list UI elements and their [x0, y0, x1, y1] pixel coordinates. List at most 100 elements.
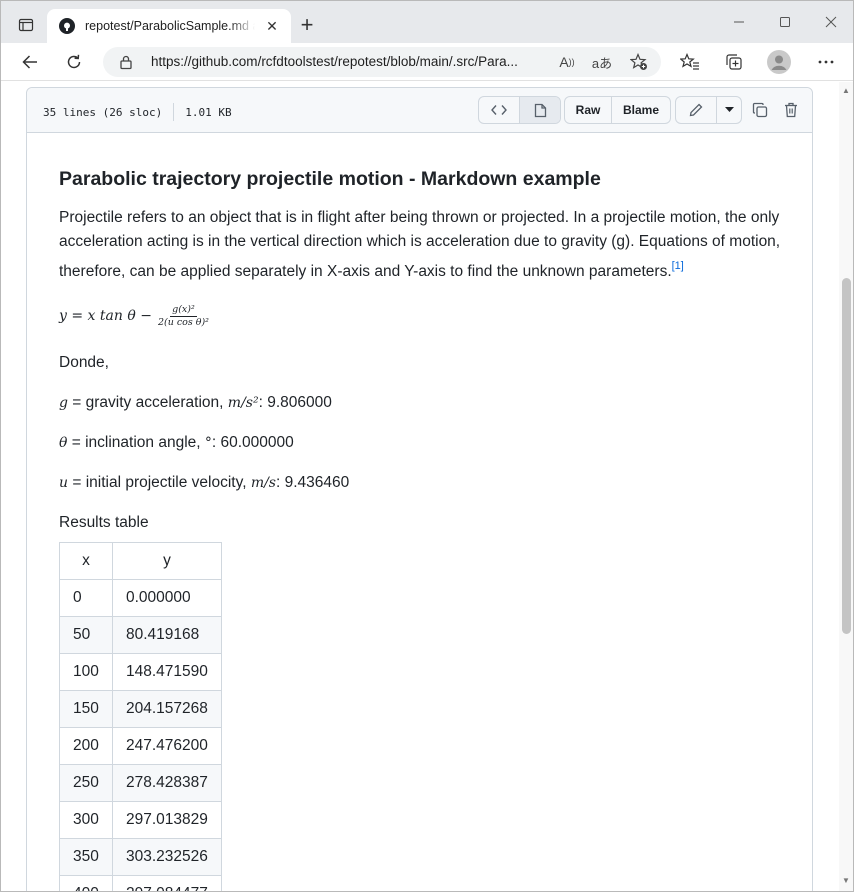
velocity-line: u = initial projectile velocity, m/s: 9.…: [59, 472, 783, 494]
tab-strip: repotest/ParabolicSample.md at main ✕ +: [1, 1, 853, 43]
page-content: 35 lines (26 sloc) 1.01 KB Raw Blame Par…: [1, 82, 839, 891]
delete-button[interactable]: [778, 98, 804, 122]
close-icon: [825, 16, 837, 28]
cell-y: 148.471590: [112, 653, 222, 691]
url-text: https://github.com/rcfdtoolstest/repotes…: [151, 54, 551, 69]
minimize-button[interactable]: [719, 9, 759, 35]
lock-icon: [119, 54, 133, 75]
intro-paragraph: Projectile refers to an object that is i…: [59, 206, 783, 284]
file-header: 35 lines (26 sloc) 1.01 KB Raw Blame: [27, 88, 812, 133]
line-count: 35 lines (26 sloc): [43, 105, 163, 119]
scroll-up-icon[interactable]: ▲: [842, 86, 850, 95]
formula-fraction: g(x)² 2(u cos θ)²: [158, 304, 209, 329]
avatar-icon: [767, 50, 791, 74]
copy-button[interactable]: [747, 98, 773, 122]
trash-icon: [785, 102, 797, 118]
scrollbar-thumb[interactable]: [842, 278, 851, 634]
github-icon: [59, 18, 75, 34]
address-bar[interactable]: https://github.com/rcfdtoolstest/repotes…: [103, 47, 661, 77]
cell-x: 150: [59, 690, 113, 728]
new-tab-button[interactable]: +: [295, 12, 319, 37]
cell-x: 300: [59, 801, 113, 839]
more-options-icon: [818, 60, 834, 64]
browser-tab[interactable]: repotest/ParabolicSample.md at main ✕: [47, 9, 291, 43]
table-row: 300 297.013829: [59, 801, 222, 839]
results-table: x y 0 0.000000 50 80.419168 100 148.471590 …: [59, 542, 222, 891]
cell-x: 200: [59, 727, 113, 765]
angle-value: : 60.000000: [211, 434, 294, 451]
favorites-button[interactable]: [675, 48, 705, 76]
edit-dropdown-button[interactable]: [716, 97, 741, 123]
collections-button[interactable]: [719, 48, 749, 76]
copy-icon: [752, 102, 768, 118]
velocity-label: = initial projectile velocity,: [68, 474, 251, 491]
browser-toolbar: https://github.com/rcfdtoolstest/repotes…: [1, 43, 853, 81]
cell-y: 204.157268: [112, 690, 222, 728]
read-aloud-icon[interactable]: A)): [555, 51, 579, 73]
close-window-button[interactable]: [811, 9, 851, 35]
table-row: 50 80.419168: [59, 616, 222, 654]
chevron-down-icon: [724, 107, 734, 112]
gravity-label: = gravity acceleration,: [67, 394, 228, 411]
raw-button[interactable]: Raw: [565, 97, 611, 123]
table-row: 400297.084477: [59, 875, 222, 891]
table-row: 250 278.428387: [59, 764, 222, 802]
g-symbol: g: [59, 395, 68, 411]
url-path: /rcfdtoolstest/repotest/blob/main/.src/P…: [257, 54, 518, 69]
pencil-icon: [689, 103, 703, 117]
cell-y: 297.013829: [112, 801, 222, 839]
formula-numerator: g(x)²: [170, 303, 197, 317]
back-arrow-icon: [22, 55, 37, 69]
cell-y: 303.232526: [112, 838, 222, 876]
back-button[interactable]: [15, 48, 45, 76]
cell-y: 278.428387: [112, 764, 222, 802]
table-row: 100 148.471590: [59, 653, 222, 691]
file-icon: [534, 103, 546, 117]
cell-y: 247.476200: [112, 727, 222, 765]
table-row: 200 247.476200: [59, 727, 222, 765]
maximize-icon: [780, 17, 790, 27]
table-header-row: x y: [59, 542, 222, 580]
divider: [173, 103, 175, 121]
tab-actions-button[interactable]: [11, 11, 41, 39]
angle-unit: °: [204, 435, 212, 451]
table-row: 0 0.000000: [59, 579, 222, 617]
file-size: 1.01 KB: [185, 105, 232, 119]
favorite-add-icon[interactable]: [627, 51, 651, 73]
refresh-icon: [67, 54, 81, 69]
page-scrollbar[interactable]: ▲ ▼: [839, 82, 853, 891]
settings-menu-button[interactable]: [811, 48, 841, 76]
blame-button[interactable]: Blame: [611, 97, 670, 123]
cell-x: 100: [59, 653, 113, 691]
donde-text: Donde,: [59, 354, 109, 371]
maximize-button[interactable]: [765, 9, 805, 35]
tab-actions-icon: [18, 18, 34, 32]
document-title: Parabolic trajectory projectile motion -…: [59, 168, 601, 190]
markdown-body: Parabolic trajectory projectile motion -…: [59, 166, 783, 534]
code-icon: [491, 105, 507, 115]
scroll-down-icon[interactable]: ▼: [842, 876, 850, 885]
tab-title: repotest/ParabolicSample.md at main: [85, 19, 255, 33]
code-view-button[interactable]: [479, 97, 519, 123]
cell-x: 250: [59, 764, 113, 802]
cell-x: 350: [59, 838, 113, 876]
edit-button[interactable]: [676, 97, 716, 123]
url-host: https://github.com: [151, 54, 258, 69]
browser-window: repotest/ParabolicSample.md at main ✕ + …: [0, 0, 854, 892]
angle-line: θ = inclination angle, °: 60.000000: [59, 432, 783, 454]
refresh-button[interactable]: [59, 48, 89, 76]
view-toggle: [478, 96, 561, 124]
profile-button[interactable]: [764, 48, 794, 76]
translate-icon[interactable]: aあ: [590, 51, 614, 73]
collections-icon: [726, 54, 742, 70]
footnote-link[interactable]: [1]: [672, 260, 684, 272]
formula-denominator: 2(u cos θ)²: [157, 316, 209, 328]
table-row: 150 204.157268: [59, 690, 222, 728]
cell-x: 0: [59, 579, 113, 617]
cell-x: 50: [59, 616, 113, 654]
gravity-unit: m/s²: [227, 395, 259, 411]
close-tab-icon[interactable]: ✕: [263, 17, 281, 35]
angle-label: = inclination angle,: [67, 434, 205, 451]
edit-group: [675, 96, 742, 124]
preview-view-button[interactable]: [519, 97, 560, 123]
